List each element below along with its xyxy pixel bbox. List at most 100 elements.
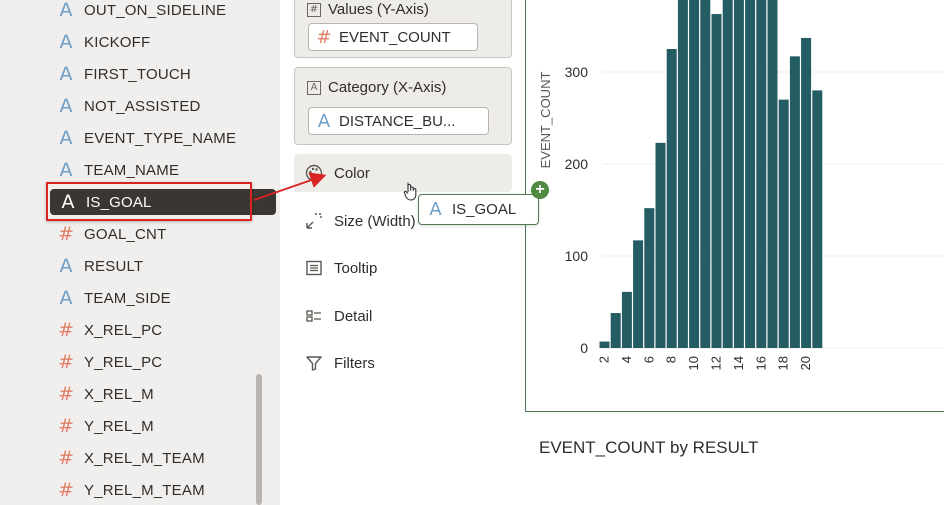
grammar-panel: # Values (Y-Axis) # EVENT_COUNT A Catego… [280, 0, 520, 505]
bar-3[interactable] [610, 313, 621, 348]
attribute-icon: A [59, 31, 73, 53]
detail-icon [294, 307, 334, 325]
x-tick-label: 6 [641, 356, 656, 363]
dragged-field-chip[interactable]: A IS_GOAL [418, 194, 539, 225]
category-drop-zone[interactable]: A Category (X-Axis) A DISTANCE_BU... [294, 67, 512, 145]
bar-21[interactable] [812, 90, 823, 349]
values-drop-zone[interactable]: # Values (Y-Axis) # EVENT_COUNT [294, 0, 512, 58]
attribute-icon: A [59, 95, 73, 117]
data-element-team-side[interactable]: A TEAM_SIDE [48, 285, 276, 311]
bar-9[interactable] [677, 0, 688, 349]
data-element-not-assisted[interactable]: A NOT_ASSISTED [48, 93, 276, 119]
data-element-label: X_REL_M_TEAM [84, 449, 205, 467]
x-tick-label: 12 [709, 356, 724, 370]
attribute-icon: A [59, 127, 73, 149]
x-tick-label: 2 [597, 356, 612, 363]
attribute-icon: A [59, 287, 73, 309]
y-tick-label: 100 [565, 248, 589, 264]
bar-20[interactable] [801, 37, 812, 349]
y-tick-label: 0 [580, 340, 588, 356]
chart-canvas[interactable]: 0 100 200 300 2 4 6 8 10 12 14 16 18 20 EVENT_COUNT EV… [520, 0, 944, 505]
data-element-y-rel-m[interactable]: # Y_REL_M [48, 413, 276, 439]
add-plus-icon: + [531, 181, 549, 199]
data-element-x-rel-m-team[interactable]: # X_REL_M_TEAM [48, 445, 276, 471]
x-tick-label: 10 [686, 356, 701, 370]
y-tick-label: 300 [565, 64, 589, 80]
bar-16[interactable] [756, 0, 767, 349]
data-element-label: Y_REL_PC [84, 353, 163, 371]
tooltip-label: Tooltip [334, 259, 378, 277]
data-element-out-on-sideline[interactable]: A OUT_ON_SIDELINE [48, 0, 276, 23]
data-element-y-rel-m-team[interactable]: # Y_REL_M_TEAM [48, 477, 276, 503]
data-element-label: FIRST_TOUCH [84, 65, 191, 83]
bar-12[interactable] [711, 14, 722, 348]
data-element-kickoff[interactable]: A KICKOFF [48, 29, 276, 55]
category-title: A Category (X-Axis) [307, 79, 446, 96]
data-element-event-type-name[interactable]: A EVENT_TYPE_NAME [48, 125, 276, 151]
bar-19[interactable] [789, 56, 800, 349]
data-element-result[interactable]: A RESULT [48, 253, 276, 279]
bar-11[interactable] [700, 0, 711, 349]
attribute-icon: A [59, 0, 73, 21]
measure-icon: # [58, 319, 74, 341]
values-pill-label: EVENT_COUNT [339, 28, 451, 46]
data-element-label: NOT_ASSISTED [84, 97, 201, 115]
data-element-goal-cnt[interactable]: # GOAL_CNT [48, 221, 276, 247]
data-element-is-goal[interactable]: A IS_GOAL [50, 189, 276, 215]
bar-chart[interactable]: 0 100 200 300 2 4 6 8 10 12 14 16 18 20 EVENT_COUNT [520, 0, 944, 420]
bar-5[interactable] [633, 240, 644, 348]
x-tick-label: 20 [798, 356, 813, 370]
bar-18[interactable] [778, 99, 789, 348]
attribute-icon: A [59, 159, 73, 181]
x-tick-label: 8 [664, 356, 679, 363]
scrollbar[interactable] [256, 374, 262, 505]
data-element-first-touch[interactable]: A FIRST_TOUCH [48, 61, 276, 87]
values-title: # Values (Y-Axis) [307, 1, 429, 18]
bar-10[interactable] [689, 0, 700, 349]
data-element-label: GOAL_CNT [84, 225, 167, 243]
data-element-label: X_REL_M [84, 385, 154, 403]
data-element-label: IS_GOAL [86, 193, 152, 211]
tooltip-drop-zone[interactable]: Tooltip [294, 249, 512, 287]
measure-icon: # [58, 415, 74, 437]
attribute-icon: A [59, 255, 73, 277]
data-element-label: X_REL_PC [84, 321, 163, 339]
data-element-label: KICKOFF [84, 33, 151, 51]
bar-15[interactable] [745, 0, 756, 349]
y-axis-title: EVENT_COUNT [538, 72, 553, 169]
bar-13[interactable] [722, 0, 733, 349]
measure-icon: # [58, 351, 74, 373]
bar-14[interactable] [733, 0, 744, 349]
values-title-label: Values (Y-Axis) [328, 1, 429, 18]
color-label: Color [334, 164, 370, 182]
attribute-icon: A [317, 110, 331, 132]
data-element-y-rel-pc[interactable]: # Y_REL_PC [48, 349, 276, 375]
measure-icon: # [58, 447, 74, 469]
values-pill[interactable]: # EVENT_COUNT [308, 23, 478, 51]
data-element-team-name[interactable]: A TEAM_NAME [48, 157, 276, 183]
detail-drop-zone[interactable]: Detail [294, 297, 512, 335]
category-pill-label: DISTANCE_BU... [339, 112, 456, 130]
filter-icon [294, 354, 334, 372]
category-title-label: Category (X-Axis) [328, 79, 447, 96]
filters-drop-zone[interactable]: Filters [294, 344, 512, 382]
filters-label: Filters [334, 354, 375, 372]
data-elements-panel: A OUT_ON_SIDELINE A KICKOFF A FIRST_TOUCH A NOT… [0, 0, 280, 505]
data-element-x-rel-pc[interactable]: # X_REL_PC [48, 317, 276, 343]
data-element-label: TEAM_NAME [84, 161, 180, 179]
x-tick-label: 18 [776, 356, 791, 370]
bar-8[interactable] [666, 49, 677, 348]
attribute-icon: A [61, 191, 75, 213]
bar-4[interactable] [621, 291, 632, 348]
bar-6[interactable] [644, 208, 655, 348]
x-tick-label: 14 [731, 356, 746, 370]
data-element-x-rel-m[interactable]: # X_REL_M [48, 381, 276, 407]
dragged-field-label: IS_GOAL [452, 201, 517, 218]
data-element-label: RESULT [84, 257, 144, 275]
palette-icon [294, 164, 334, 182]
bar-2[interactable] [599, 341, 610, 348]
bar-7[interactable] [655, 142, 666, 348]
bar-17[interactable] [767, 0, 778, 349]
chart-title: EVENT_COUNT by RESULT [539, 438, 759, 457]
category-pill[interactable]: A DISTANCE_BU... [308, 107, 489, 135]
